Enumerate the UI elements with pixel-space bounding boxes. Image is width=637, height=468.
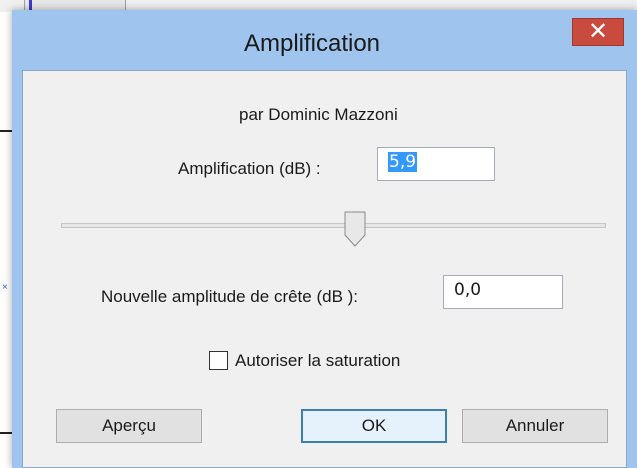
allow-clipping-label[interactable]: Autoriser la saturation: [235, 351, 400, 371]
close-icon: ✕: [587, 17, 609, 45]
amplification-input[interactable]: 5,9: [377, 147, 495, 181]
amplification-dialog: Amplification ✕ par Dominic Mazzoni Ampl…: [12, 10, 637, 468]
dialog-title: Amplification: [243, 30, 381, 57]
cancel-button[interactable]: Annuler: [462, 409, 608, 443]
ok-button[interactable]: OK: [301, 409, 447, 443]
amplification-slider-track[interactable]: [61, 223, 606, 228]
peak-amplitude-input[interactable]: 0,0: [443, 275, 563, 309]
allow-clipping-checkbox[interactable]: [209, 351, 228, 370]
title-bar[interactable]: Amplification ✕: [12, 10, 637, 76]
dialog-body: par Dominic Mazzoni Amplification (dB) :…: [22, 70, 627, 468]
amplification-slider-thumb[interactable]: [344, 211, 366, 247]
amplification-label: Amplification (dB) :: [178, 159, 321, 178]
background-marker: ×: [2, 282, 8, 293]
close-button[interactable]: ✕: [572, 18, 624, 46]
author-credit: par Dominic Mazzoni: [239, 105, 398, 124]
peak-amplitude-label: Nouvelle amplitude de crête (dB ):: [101, 287, 359, 306]
preview-button[interactable]: Aperçu: [56, 409, 202, 443]
amplification-value: 5,9: [388, 152, 418, 172]
